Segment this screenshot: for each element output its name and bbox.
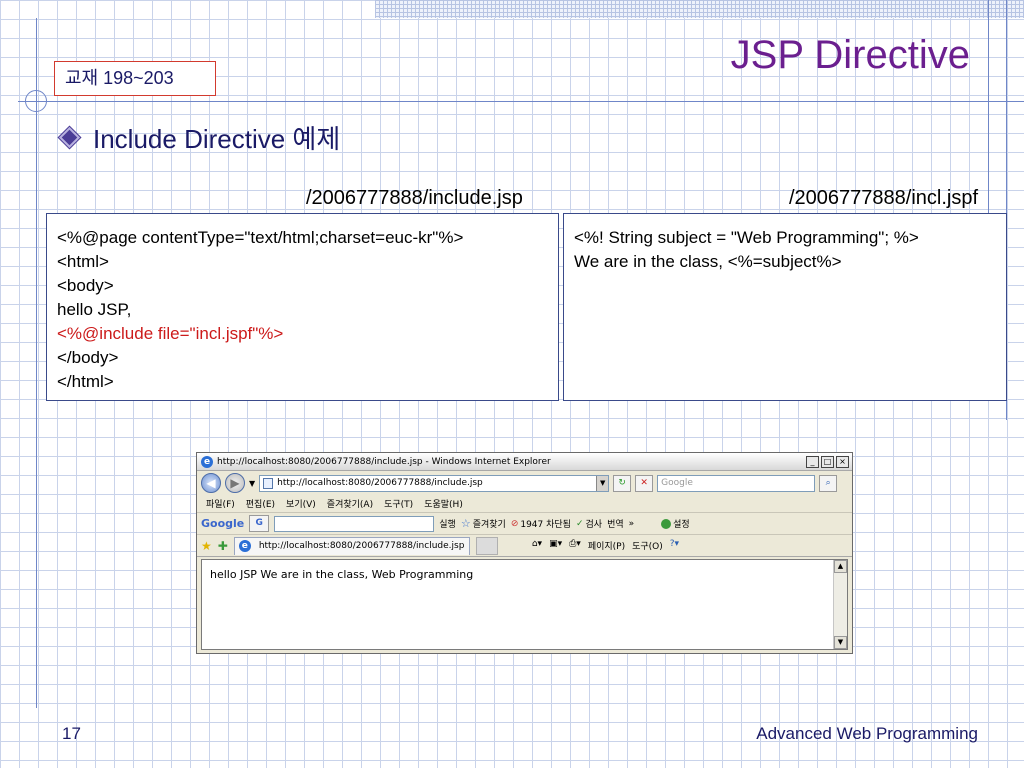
diamond-bullet-icon <box>58 126 81 148</box>
address-dropdown-icon[interactable]: ▼ <box>596 475 609 491</box>
tools-menu[interactable]: 도구(O) <box>632 539 663 552</box>
popup-blocked-label: 1947 차단됨 <box>520 520 571 530</box>
textbook-reference: 교재 198~203 <box>54 61 216 96</box>
google-search-label: 실행 <box>439 520 456 530</box>
footer-title: Advanced Web Programming <box>756 724 978 743</box>
code-line: <body> <box>57 276 114 295</box>
code-line: <%@page contentType="text/html;charset=e… <box>57 228 464 247</box>
menu-help[interactable]: 도움말(H) <box>424 497 463 510</box>
history-dropdown-icon[interactable]: ▼ <box>249 479 255 488</box>
refresh-button[interactable]: ↻ <box>613 474 632 492</box>
spellcheck-button[interactable]: ✓ 검사 <box>575 517 603 531</box>
ie-logo-icon: e <box>201 455 213 468</box>
maximize-button[interactable]: □ <box>821 455 834 468</box>
menu-bar: 파일(F) 편집(E) 보기(V) 즐겨찾기(A) 도구(T) 도움말(H) <box>197 495 852 513</box>
google-menu-button[interactable]: G <box>249 515 270 532</box>
vertical-scrollbar[interactable]: ▲ ▼ <box>833 560 847 649</box>
code-line: <%! String subject = "Web Programming"; … <box>574 228 919 247</box>
google-favorites-button[interactable]: ☆ 즐겨찾기 <box>461 517 506 530</box>
home-icon[interactable]: ⌂▾ <box>532 539 542 552</box>
decor-circle <box>25 90 47 112</box>
left-file-path: /2006777888/include.jsp <box>306 187 523 209</box>
page-content-text: hello JSP We are in the class, Web Progr… <box>210 568 474 581</box>
include-jsp-code: <%@page contentType="text/html;charset=e… <box>46 213 559 401</box>
search-button[interactable]: ⌕ <box>819 474 838 492</box>
settings-label: 설정 <box>673 520 690 530</box>
print-icon[interactable]: ⎙▾ <box>569 539 581 552</box>
address-text: http://localhost:8080/2006777888/include… <box>277 478 483 488</box>
tab-ie-icon: e <box>238 540 251 552</box>
google-search-button[interactable]: 실행 <box>439 517 456 530</box>
menu-tools[interactable]: 도구(T) <box>384 497 413 510</box>
code-line: </html> <box>57 372 114 391</box>
google-settings-button[interactable]: 설정 <box>661 517 690 530</box>
translate-button[interactable]: 번역 <box>607 517 624 530</box>
menu-view[interactable]: 보기(V) <box>286 497 316 510</box>
right-file-path: /2006777888/incl.jspf <box>789 187 979 209</box>
tab-include-jsp[interactable]: e http://localhost:8080/2006777888/inclu… <box>233 536 470 555</box>
menu-file[interactable]: 파일(F) <box>206 497 235 510</box>
settings-dot-icon <box>661 518 672 529</box>
block-icon: ⊘ <box>510 518 519 529</box>
bullet-text: Include Directive 예제 <box>93 123 341 154</box>
page-menu[interactable]: 페이지(P) <box>588 539 625 552</box>
google-search-input[interactable] <box>274 515 435 532</box>
bullet-item: Include Directive 예제 <box>58 120 341 154</box>
page-icon <box>263 477 274 489</box>
address-bar[interactable]: http://localhost:8080/2006777888/include… <box>259 474 610 492</box>
include-directive-line: <%@include file="incl.jspf"%> <box>57 324 284 343</box>
check-icon: ✓ <box>575 518 584 529</box>
close-button[interactable]: × <box>836 455 849 468</box>
incl-jspf-code: <%! String subject = "Web Programming"; … <box>563 213 1007 401</box>
forward-button[interactable]: ▶ <box>225 473 245 493</box>
google-favorites-label: 즐겨찾기 <box>472 520 506 530</box>
menu-edit[interactable]: 편집(E) <box>246 497 275 510</box>
scroll-down-button[interactable]: ▼ <box>834 636 847 649</box>
code-line: </body> <box>57 348 119 367</box>
stop-button[interactable]: ✕ <box>635 474 654 492</box>
code-line: <html> <box>57 252 109 271</box>
help-icon[interactable]: ?▾ <box>670 539 679 552</box>
menu-favorites[interactable]: 즐겨찾기(A) <box>327 497 373 510</box>
star-icon: ☆ <box>460 517 471 530</box>
google-logo: Google <box>201 517 245 530</box>
window-title: http://localhost:8080/2006777888/include… <box>217 456 551 467</box>
search-input[interactable]: Google <box>657 474 816 492</box>
popup-blocked-button[interactable]: ⊘ 1947 차단됨 <box>510 517 571 531</box>
decor-line-left <box>36 18 37 708</box>
command-bar: ⌂▾ ▣▾ ⎙▾ 페이지(P) 도구(O) ?▾ <box>532 539 679 552</box>
scroll-up-button[interactable]: ▲ <box>834 560 847 573</box>
feeds-icon[interactable]: ▣▾ <box>549 539 562 552</box>
back-button[interactable]: ◀ <box>201 473 221 493</box>
favorites-star-icon[interactable]: ★ <box>201 539 212 553</box>
translate-label: 번역 <box>607 520 624 530</box>
window-titlebar: e http://localhost:8080/2006777888/inclu… <box>197 453 852 471</box>
add-favorite-icon[interactable]: ✚ <box>218 539 228 553</box>
new-tab-button[interactable] <box>475 536 498 555</box>
minimize-button[interactable]: _ <box>806 455 819 468</box>
google-toolbar: Google G 실행 ☆ 즐겨찾기 ⊘ 1947 차단됨 ✓ 검사 번역 » 설정 <box>197 513 852 535</box>
tab-bar: ★ ✚ e http://localhost:8080/2006777888/i… <box>197 535 852 557</box>
slide-title: JSP Directive <box>730 33 970 77</box>
address-toolbar: ◀ ▶ ▼ http://localhost:8080/2006777888/i… <box>197 471 852 495</box>
decor-line-top <box>18 101 1024 102</box>
ie-browser-window: e http://localhost:8080/2006777888/inclu… <box>196 452 853 654</box>
tab-title: http://localhost:8080/2006777888/include… <box>258 541 465 551</box>
more-button[interactable]: » <box>629 519 635 529</box>
header-pattern-band <box>375 0 1024 18</box>
page-number: 17 <box>62 724 81 743</box>
code-line: We are in the class, <%=subject%> <box>574 252 842 271</box>
spellcheck-label: 검사 <box>585 520 603 530</box>
page-content-area: hello JSP We are in the class, Web Progr… <box>201 559 848 650</box>
code-line: hello JSP, <box>57 300 132 319</box>
